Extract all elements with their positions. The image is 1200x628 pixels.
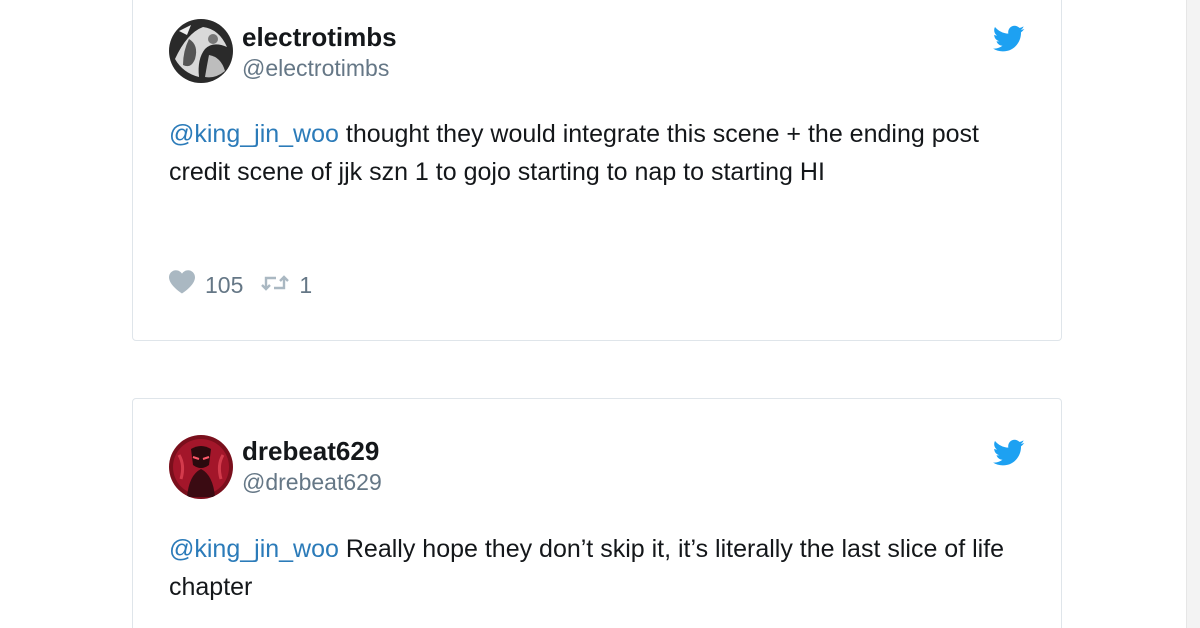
retweet-count: 1 [299,271,313,298]
tweet-card: drebeat629 @drebeat629 @king_jin_woo Rea… [132,398,1062,628]
page-edge-strip [1186,0,1200,628]
like-count: 105 [205,271,244,298]
avatar[interactable] [169,19,233,83]
tweet-actions: 105 1 [169,269,312,301]
avatar[interactable] [169,435,233,499]
user-handle[interactable]: @electrotimbs [242,53,397,83]
mention-link[interactable]: @king_jin_woo [169,120,339,148]
retweet-icon[interactable] [261,272,290,299]
user-info[interactable]: drebeat629 @drebeat629 [242,435,382,497]
tweet-text: @king_jin_woo Really hope they don’t ski… [169,530,1039,606]
twitter-bird-icon[interactable] [992,25,1025,53]
tweet-card: electrotimbs @electrotimbs @king_jin_woo… [132,0,1062,341]
heart-icon[interactable] [169,270,195,300]
tweet-text: @king_jin_woo thought they would integra… [169,115,1039,191]
user-handle[interactable]: @drebeat629 [242,467,382,497]
display-name[interactable]: electrotimbs [242,21,397,53]
display-name[interactable]: drebeat629 [242,435,382,467]
user-info[interactable]: electrotimbs @electrotimbs [242,21,397,83]
twitter-bird-icon[interactable] [992,439,1025,467]
mention-link[interactable]: @king_jin_woo [169,535,339,563]
